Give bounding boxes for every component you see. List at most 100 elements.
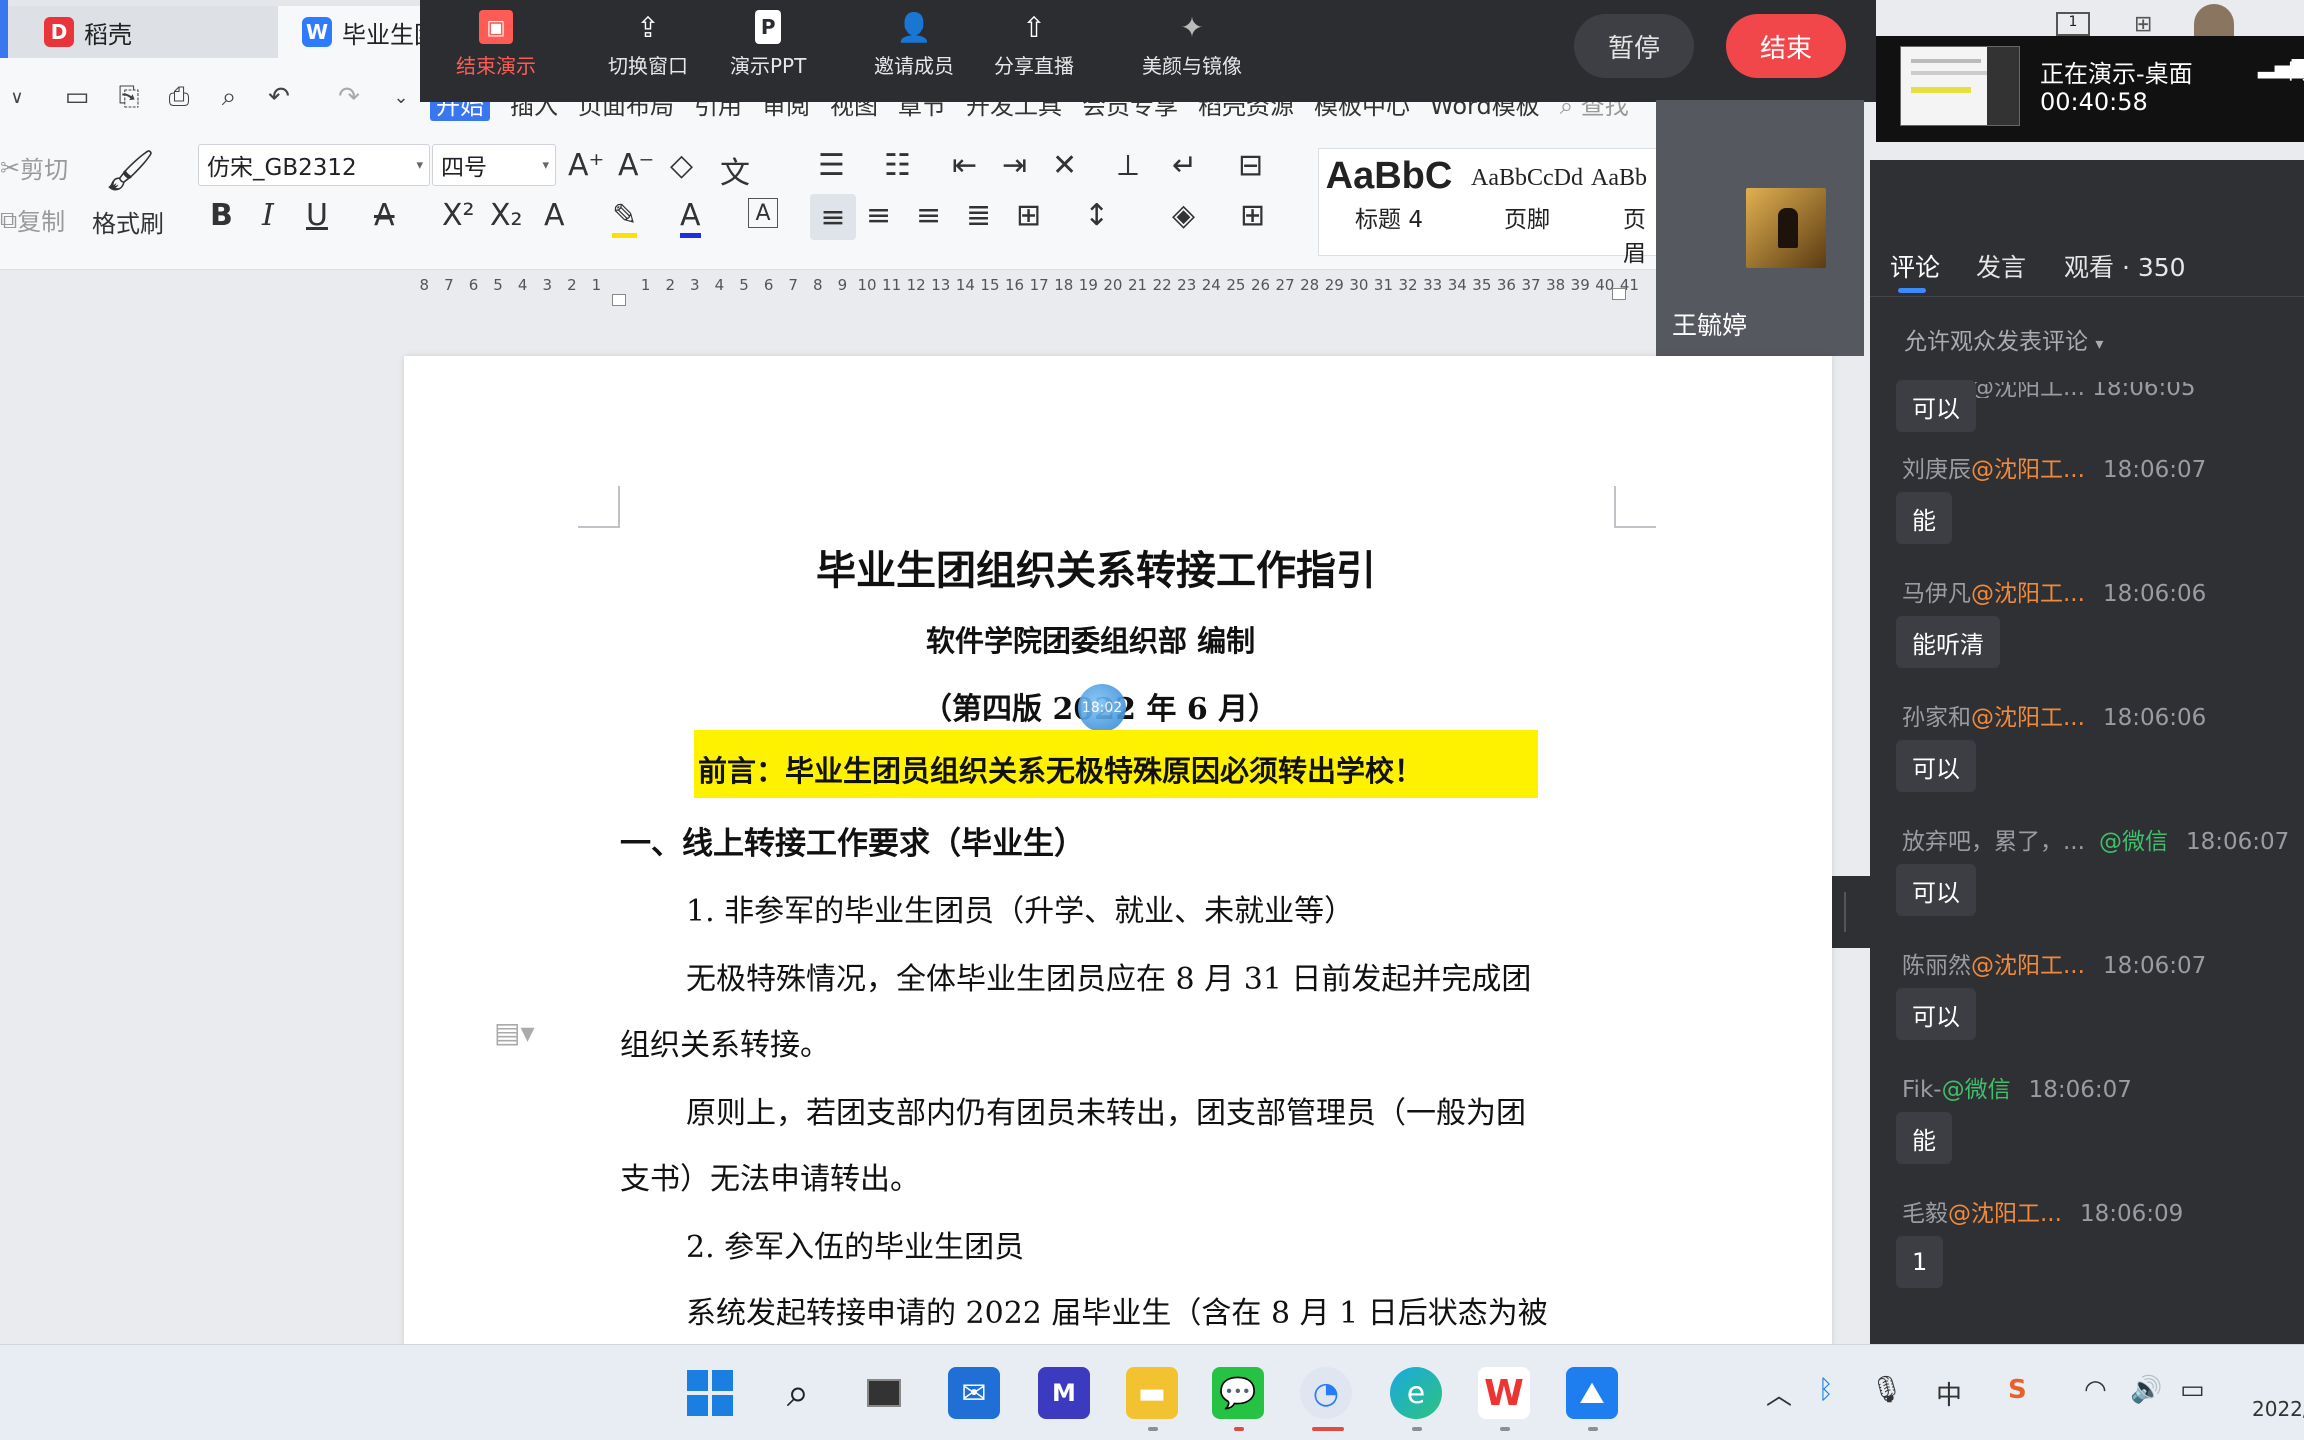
- bluetooth-icon[interactable]: ᛒ: [1818, 1375, 1834, 1405]
- align-center-icon[interactable]: ≡: [866, 198, 891, 233]
- windows-start-icon[interactable]: [684, 1367, 736, 1419]
- switch-window-button[interactable]: ⇪ 切换窗口: [608, 10, 688, 79]
- font-color-icon[interactable]: A: [680, 198, 701, 238]
- comment-time: 18:06:09: [2079, 1201, 2184, 1227]
- numbered-list-icon[interactable]: ☷: [884, 148, 911, 183]
- edge-icon[interactable]: e: [1390, 1367, 1442, 1419]
- bullet-list-icon[interactable]: ☰: [818, 148, 845, 183]
- tab-daoke[interactable]: D 稻壳: [0, 6, 278, 58]
- show-marks-icon[interactable]: ⊟: [1238, 148, 1263, 183]
- font-size-select[interactable]: 四号 ▾: [432, 144, 556, 186]
- text-effect-icon[interactable]: A: [544, 198, 565, 233]
- export-pdf-icon[interactable]: ⎘: [112, 80, 146, 114]
- highlight-icon[interactable]: ✎: [612, 198, 638, 238]
- bold-icon[interactable]: B: [210, 198, 233, 233]
- invite-member-button[interactable]: 👤 邀请成员: [874, 10, 954, 79]
- border-icon[interactable]: ⊞: [1240, 198, 1265, 233]
- pause-button[interactable]: 暂停: [1574, 14, 1694, 78]
- ime-indicator[interactable]: 中: [1936, 1375, 1962, 1412]
- subscript-icon[interactable]: X₂: [490, 198, 523, 233]
- clear-format-icon[interactable]: ◇: [670, 148, 693, 183]
- shrink-font-icon[interactable]: A⁻: [618, 148, 654, 183]
- search-icon[interactable]: ⌕: [772, 1367, 824, 1419]
- doc-heading-1: 一、线上转接工作要求（毕业生）: [620, 826, 1085, 862]
- volume-icon[interactable]: 🔊: [2130, 1375, 2162, 1405]
- style-footer[interactable]: AaBbCcDd 页脚: [1457, 159, 1597, 234]
- print-preview-icon[interactable]: ⌕: [212, 80, 246, 114]
- line-spacing-icon[interactable]: ↕: [1084, 198, 1109, 233]
- file-explorer-icon[interactable]: ▬: [1126, 1367, 1178, 1419]
- underline-icon[interactable]: U: [306, 198, 328, 233]
- italic-icon[interactable]: I: [262, 198, 274, 233]
- wifi-icon[interactable]: ◠: [2084, 1375, 2107, 1405]
- sogou-ime-icon[interactable]: S: [2008, 1375, 2027, 1405]
- camera-tile[interactable]: 王毓婷: [1656, 100, 1864, 356]
- text-direction-icon[interactable]: ⟂: [1118, 148, 1138, 183]
- style-header[interactable]: AaBb 页眉: [1591, 159, 1661, 268]
- chevron-down-icon[interactable]: ∨: [0, 80, 34, 114]
- align-right-icon[interactable]: ≡: [916, 198, 941, 233]
- style-heading4[interactable]: AaBbC 标题 4: [1325, 155, 1453, 234]
- tab-document[interactable]: W 毕业生团: [278, 6, 438, 58]
- indent-marker[interactable]: [612, 294, 626, 306]
- strikethrough-icon[interactable]: A: [374, 198, 395, 233]
- microphone-icon[interactable]: 🎙: [1870, 1375, 1903, 1405]
- permission-label: 允许观众发表评论: [1904, 329, 2088, 355]
- comment-bubble: 能: [1896, 492, 1952, 544]
- copy-button[interactable]: ⧉ 复制: [0, 202, 65, 237]
- cut-button[interactable]: ✂ 剪切: [0, 150, 68, 185]
- more-icon[interactable]: ⌄: [384, 80, 418, 114]
- layout-icon[interactable]: 1: [2056, 12, 2090, 36]
- grid-icon[interactable]: ⊞: [2134, 12, 2152, 37]
- end-button[interactable]: 结束: [1726, 14, 1846, 78]
- align-left-icon[interactable]: ≡: [810, 194, 856, 240]
- tray-overflow-icon[interactable]: ︿: [1766, 1375, 1792, 1412]
- increase-indent-icon[interactable]: ⇥: [1002, 148, 1027, 183]
- photos-icon[interactable]: ⛰: [1566, 1367, 1618, 1419]
- undo-icon[interactable]: ↶: [262, 80, 296, 114]
- avatar[interactable]: [2194, 4, 2234, 36]
- char-border-icon[interactable]: A: [748, 198, 778, 228]
- paragraph-handle-icon[interactable]: ▤▾: [494, 1016, 535, 1049]
- task-view-icon[interactable]: [858, 1367, 910, 1419]
- comment-permission-select[interactable]: 允许观众发表评论 ▾: [1904, 322, 2103, 356]
- network-label: 网: [2288, 60, 2304, 85]
- chinese-layout-icon[interactable]: ✕: [1052, 148, 1077, 183]
- sort-icon[interactable]: ↵: [1172, 148, 1197, 183]
- tab-viewers[interactable]: 观看 · 350: [2064, 248, 2186, 284]
- wechat-icon[interactable]: 💬: [1212, 1367, 1264, 1419]
- ruler-tick-label: 31: [1373, 276, 1393, 294]
- superscript-icon[interactable]: X²: [442, 198, 475, 233]
- wps-icon[interactable]: W: [1478, 1367, 1530, 1419]
- tab-speak[interactable]: 发言: [1976, 248, 2026, 284]
- document-page[interactable]: 毕业生团组织关系转接工作指引 软件学院团委组织部 编制 （第四版 2022 年 …: [404, 356, 1832, 1346]
- comment-bubble: 可以: [1896, 740, 1976, 792]
- justify-icon[interactable]: ≣: [966, 198, 991, 233]
- ruler-tick-label: 7: [444, 276, 454, 294]
- battery-icon[interactable]: ▭: [2180, 1375, 2205, 1405]
- stop-presenting-button[interactable]: ▣ 结束演示: [456, 10, 536, 79]
- font-name-select[interactable]: 仿宋_GB2312 ▾: [198, 144, 430, 186]
- present-ppt-button[interactable]: P 演示PPT: [730, 10, 806, 79]
- format-painter-label[interactable]: 格式刷: [92, 204, 164, 239]
- commenter-org: @沈阳工...: [1971, 457, 2085, 483]
- redo-icon[interactable]: ↷: [332, 80, 366, 114]
- tencent-meeting-icon[interactable]: ◔: [1300, 1367, 1352, 1419]
- decrease-indent-icon[interactable]: ⇤: [952, 148, 977, 183]
- print-icon[interactable]: ⎙: [162, 80, 196, 114]
- beauty-button[interactable]: ✦ 美颜与镜像: [1142, 10, 1242, 79]
- grow-font-icon[interactable]: A⁺: [568, 148, 604, 183]
- clock-date[interactable]: 2022/: [2252, 1397, 2304, 1421]
- tab-comments[interactable]: 评论: [1890, 248, 1940, 284]
- save-icon[interactable]: ▭: [60, 80, 94, 114]
- phonetic-icon[interactable]: 文: [720, 148, 750, 192]
- mail-icon[interactable]: ✉: [948, 1367, 1000, 1419]
- distribute-icon[interactable]: ⊞: [1016, 198, 1041, 233]
- ruler-tick-label: 2: [567, 276, 577, 294]
- desktop-thumbnail: [1900, 46, 2020, 126]
- visual-studio-icon[interactable]: M: [1038, 1367, 1090, 1419]
- format-painter-icon[interactable]: 🖌: [94, 146, 166, 194]
- share-live-button[interactable]: ⇧ 分享直播: [994, 10, 1074, 79]
- shading-icon[interactable]: ◈: [1172, 198, 1195, 233]
- right-indent-marker[interactable]: [1612, 288, 1626, 300]
